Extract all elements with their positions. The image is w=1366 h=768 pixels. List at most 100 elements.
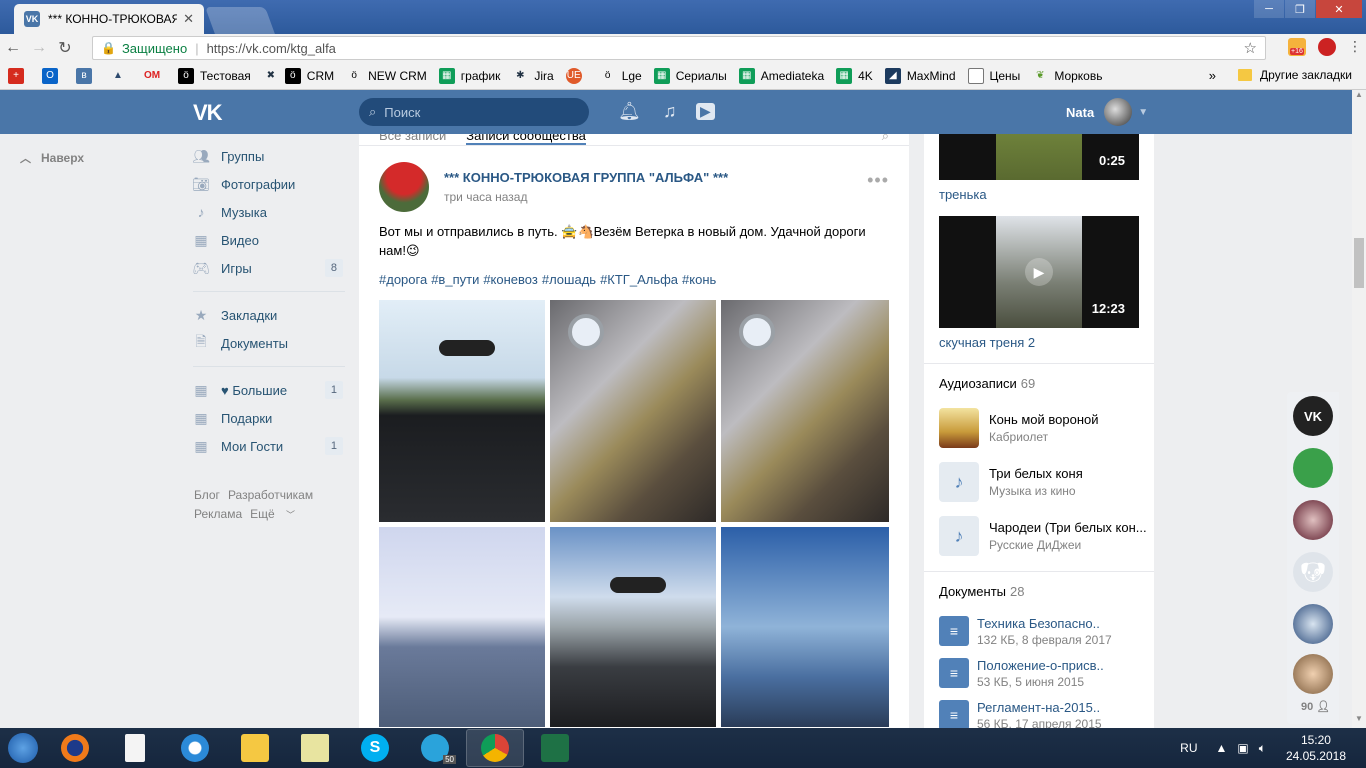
taskbar-ie[interactable] [166,729,224,767]
tab-all-posts[interactable]: Все записи [379,134,446,145]
bookmark-4[interactable]: ▦ график [438,67,500,84]
more-bookmarks-icon[interactable]: » [1209,68,1216,83]
taskbar-chrome[interactable] [466,729,524,767]
taskbar-excel[interactable] [526,729,584,767]
footer-link-more[interactable]: Ещё ﹀ [250,507,303,521]
tray-arrow-icon[interactable]: ▲ [1216,741,1228,755]
user-menu[interactable]: Nata ▼ [1066,98,1148,126]
video-title[interactable]: тренька [939,187,987,202]
omnibox[interactable]: 🔒 Защищено | https://vk.com/ktg_alfa ☆ [92,36,1266,60]
bookmark-ue[interactable]: UE [565,67,588,84]
bookmark-8[interactable]: ▦ Amediateka [738,67,824,84]
bookmark-1[interactable]: ö Тестовая [178,67,251,84]
chat-avatar[interactable]: VK [1293,396,1333,436]
chat-avatar[interactable] [1293,448,1333,488]
maximize-button[interactable]: ❐ [1285,0,1315,18]
play-icon[interactable]: ▶ [1025,258,1053,286]
network-icon[interactable]: ▣ [1237,741,1248,755]
footer-link-blog[interactable]: Блог [194,488,220,502]
bookmark-10[interactable]: ◢ MaxMind [884,67,956,84]
photo-lake-view[interactable] [379,527,545,727]
minimize-button[interactable]: ─ [1254,0,1284,18]
bookmark-5[interactable]: ✱ Jira [512,68,554,84]
taskbar-telegram[interactable]: 50 [406,729,464,767]
language-indicator[interactable]: RU [1180,741,1197,755]
clock[interactable]: 15:20 24.05.2018 [1286,732,1346,764]
documents-section-header[interactable]: Документы 28 [939,584,1024,599]
page-scrollbar[interactable]: ▲ ▼ [1352,90,1366,728]
adblock-extension-icon[interactable] [1318,38,1336,56]
scroll-down-icon[interactable]: ▼ [1352,714,1366,728]
bookmark-outlook[interactable]: O [42,67,64,84]
photo-horse-trailer[interactable] [550,300,716,522]
photo-bridge[interactable] [721,527,889,727]
audio-track[interactable]: Конь мой вороной Кабриолет [939,408,1149,448]
video-title[interactable]: скучная треня 2 [939,335,1035,350]
vk-logo-icon[interactable]: VK [193,100,223,126]
menu-item-app-gifts[interactable]: ▦ Подарки [193,404,345,432]
menu-item-app-big[interactable]: ▦ ♥ Большие 1 [193,376,345,404]
chat-avatar[interactable] [1293,500,1333,540]
bookmark-9[interactable]: ▦ 4K [836,67,873,84]
taskbar-sticky[interactable] [286,729,344,767]
taskbar-skype[interactable]: S [346,729,404,767]
scroll-up-icon[interactable]: ▲ [1352,90,1366,104]
back-arrow-icon[interactable]: ← [0,39,26,57]
audio-track[interactable]: ♪ Чародеи (Три белых кон... Русские ДиДже… [939,516,1149,556]
browser-tab-active[interactable]: VK *** КОННО-ТРЮКОВАЯ Г ✕ [14,4,204,34]
online-count[interactable]: 90 👤︎ [1301,700,1330,713]
hashtag[interactable]: #дорога [379,272,427,287]
photo-horse-trailer-2[interactable] [721,300,889,522]
menu-item-documents[interactable]: 🗎 Документы [193,329,345,357]
bookmark-11[interactable]: Цены [967,67,1020,84]
menu-kebab-icon[interactable]: ⋮ [1348,38,1362,56]
menu-item-music[interactable]: ♪ Музыка [193,198,345,226]
music-note-icon[interactable]: ♫ [663,101,677,122]
taskbar-firefox[interactable] [46,729,104,767]
audio-track[interactable]: ♪ Три белых коня Музыка из кино [939,462,1149,502]
document-item[interactable]: ≡ Регламент-на-2015.. 56 КБ, 17 апреля 20… [939,700,1149,728]
audio-section-header[interactable]: Аудиозаписи 69 [939,376,1035,391]
menu-item-photos[interactable]: 📷︎ Фотографии [192,170,345,198]
other-bookmarks[interactable]: Другие закладки [1238,68,1352,82]
reload-icon[interactable]: ↻ [52,38,78,58]
bookmark-3[interactable]: ö NEW CRM [346,68,426,84]
chat-avatar[interactable]: 🐶︎ [1293,552,1333,592]
hashtag[interactable]: #КТГ_Альфа [600,272,678,287]
video-thumb[interactable]: 0:25 [939,134,1139,180]
menu-item-bookmarks[interactable]: ★ Закладки [193,301,345,329]
bookmark-6[interactable]: ö Lge [600,68,642,84]
bookmark-7[interactable]: ▦ Сериалы [653,67,727,84]
taskbar-explorer[interactable] [226,729,284,767]
close-tab-icon[interactable]: ✕ [183,11,194,27]
chat-avatar[interactable] [1293,654,1333,694]
menu-item-video[interactable]: ▦ Видео [193,226,345,254]
taskbar-file[interactable] [106,729,164,767]
search-input[interactable] [384,104,565,120]
community-avatar[interactable] [379,162,429,212]
chat-avatar[interactable] [1293,604,1333,644]
menu-item-app-guests[interactable]: ▦ Мои Гости 1 [193,432,345,460]
search-icon[interactable]: ⌕ [882,134,889,144]
close-window-button[interactable]: ✕ [1316,0,1362,18]
scroll-thumb[interactable] [1354,238,1364,288]
bookmark-swiss[interactable]: + [8,67,30,84]
weather-extension-icon[interactable]: +16 [1288,38,1306,56]
hashtag[interactable]: #конь [682,272,716,287]
footer-link-ads[interactable]: Реклама [194,507,242,521]
tab-community-posts[interactable]: Записи сообщества [466,134,586,145]
more-options-icon[interactable]: ••• [867,170,889,191]
bookmark-wolf[interactable]: ▲ [110,68,132,84]
document-item[interactable]: ≡ Техника Безопасно.. 132 КБ, 8 февраля 2… [939,616,1149,648]
document-item[interactable]: ≡ Положение-о-присв.. 53 КБ, 5 июня 2015 [939,658,1149,690]
bell-icon[interactable]: 🔔︎ [618,101,641,122]
bookmark-vk[interactable]: в [76,67,98,84]
play-icon[interactable]: ▶ [696,103,715,120]
photo-road[interactable] [550,527,716,727]
hashtag[interactable]: #в_пути [431,272,479,287]
volume-icon[interactable]: 🔈︎ [1259,741,1266,756]
menu-item-groups[interactable]: 👥︎ Группы [192,142,345,170]
menu-item-games[interactable]: 🎮︎ Игры 8 [192,254,345,282]
hashtag[interactable]: #коневоз [483,272,538,287]
start-button[interactable] [0,728,46,768]
